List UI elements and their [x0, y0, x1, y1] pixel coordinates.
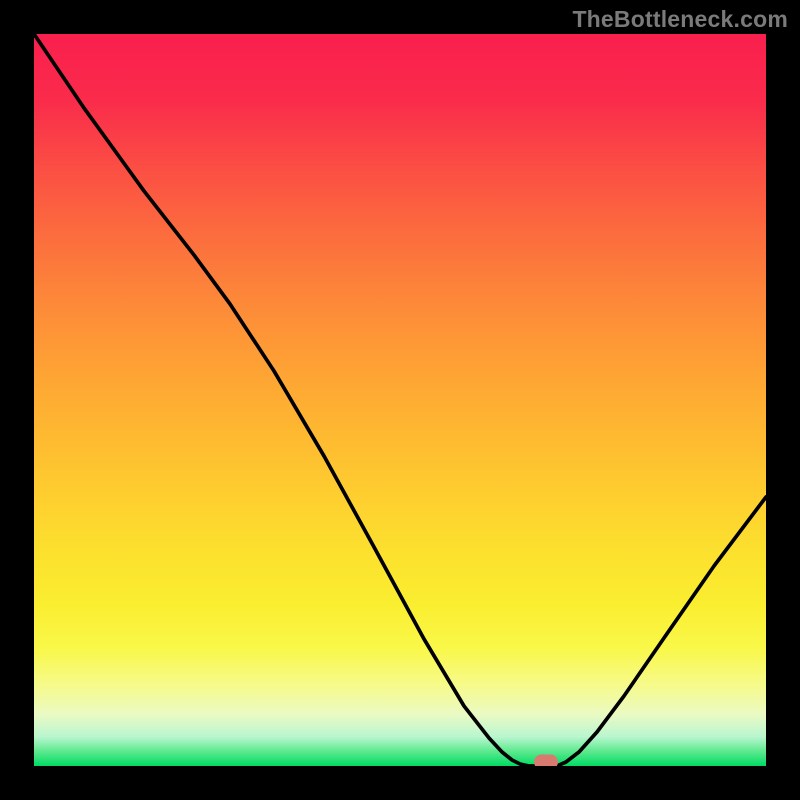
plot-area [34, 34, 766, 766]
watermark-label: TheBottleneck.com [572, 6, 788, 33]
bottleneck-curve [34, 34, 766, 766]
curve-path [34, 34, 766, 766]
optimal-marker [534, 755, 558, 767]
chart-frame: TheBottleneck.com [0, 0, 800, 800]
